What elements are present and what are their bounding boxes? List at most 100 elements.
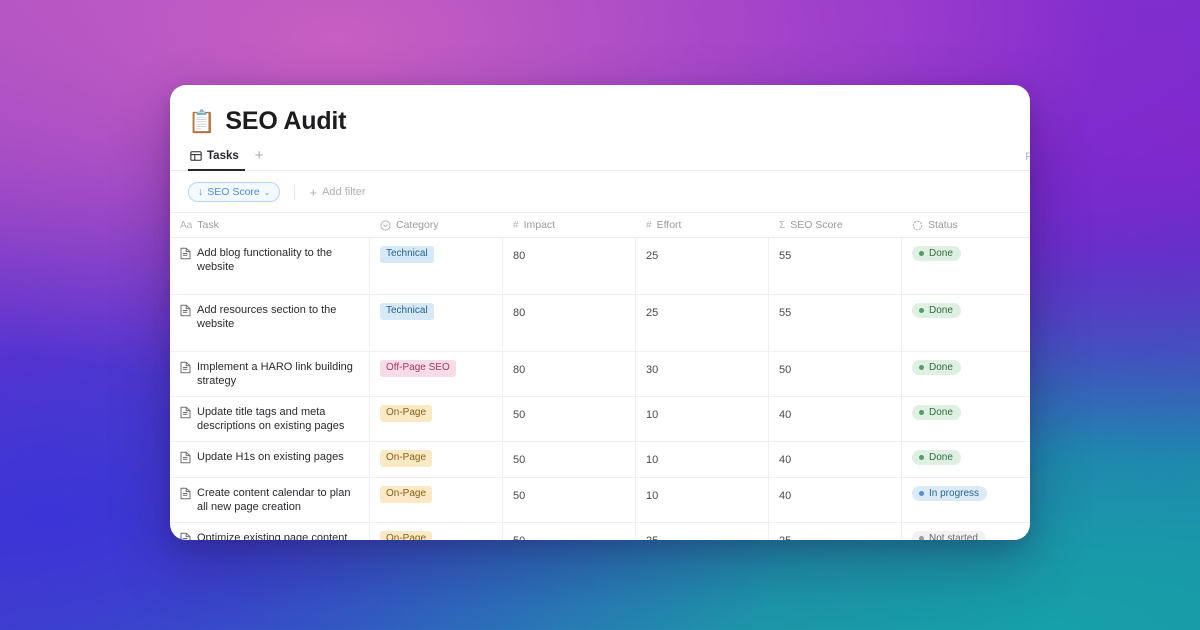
- seo-score-value: 40: [779, 454, 792, 467]
- table-row[interactable]: Add resources section to the website Tech…: [170, 295, 1030, 352]
- document-icon: [180, 247, 191, 265]
- page-title: SEO Audit: [225, 107, 347, 135]
- impact-value: 50: [513, 490, 526, 503]
- column-header-task[interactable]: Aa Task: [170, 213, 370, 237]
- seo-score-value: 40: [779, 409, 792, 422]
- seo-score-value: 25: [779, 535, 791, 540]
- filter-menu-label[interactable]: Filte: [1025, 151, 1030, 163]
- column-header-score[interactable]: Σ SEO Score: [769, 213, 902, 237]
- cell-effort[interactable]: 10: [636, 478, 769, 523]
- cell-task[interactable]: Update title tags and meta descriptions …: [170, 397, 370, 442]
- plus-icon: +: [309, 184, 318, 200]
- page-header: 📋 SEO Audit: [170, 85, 1030, 136]
- cell-category[interactable]: On-Page: [370, 523, 503, 540]
- document-icon: [180, 487, 191, 505]
- status-label: In progress: [929, 488, 980, 500]
- number-type-icon: #: [513, 219, 519, 231]
- cell-seo-score[interactable]: 55: [769, 295, 902, 351]
- cell-task[interactable]: Implement a HARO link building strategy: [170, 352, 370, 397]
- cell-impact[interactable]: 80: [503, 352, 636, 397]
- seo-score-value: 40: [779, 490, 792, 503]
- cell-status[interactable]: Done: [902, 352, 1030, 396]
- cell-seo-score[interactable]: 40: [769, 478, 902, 523]
- effort-value: 10: [646, 409, 659, 422]
- cell-task[interactable]: Create content calendar to plan all new …: [170, 478, 370, 523]
- tab-tasks[interactable]: Tasks: [188, 148, 245, 171]
- cell-effort[interactable]: 25: [636, 523, 769, 540]
- cell-category[interactable]: Technical: [370, 295, 503, 351]
- column-header-label: Effort: [656, 219, 682, 231]
- impact-value: 80: [513, 250, 526, 262]
- status-dot-icon: [919, 308, 924, 313]
- table-row[interactable]: Update title tags and meta descriptions …: [170, 397, 1030, 443]
- table-row[interactable]: Add blog functionality to the website Tec…: [170, 238, 1030, 295]
- document-icon: [180, 361, 191, 379]
- cell-impact[interactable]: 80: [503, 295, 636, 351]
- column-header-impact[interactable]: # Impact: [503, 213, 636, 237]
- cell-effort[interactable]: 10: [636, 442, 769, 478]
- cell-task[interactable]: Add blog functionality to the website: [170, 238, 370, 294]
- add-filter-label: Add filter: [322, 186, 366, 198]
- cell-status[interactable]: Done: [902, 295, 1030, 351]
- add-tab-button[interactable]: +: [251, 148, 268, 170]
- table-row[interactable]: Optimize existing page content for SEO On…: [170, 523, 1030, 540]
- task-title: Add blog functionality to the website: [197, 247, 333, 274]
- column-header-label: SEO Score: [790, 219, 843, 231]
- cell-category[interactable]: Off-Page SEO: [370, 352, 503, 397]
- cell-task[interactable]: Update H1s on existing pages: [170, 442, 370, 478]
- cell-effort[interactable]: 10: [636, 397, 769, 442]
- cell-status[interactable]: Not started: [902, 523, 1030, 540]
- cell-effort[interactable]: 30: [636, 352, 769, 397]
- cell-task[interactable]: Optimize existing page content for SEO: [170, 523, 370, 540]
- status-dot-icon: [919, 251, 924, 256]
- status-label: Not started: [929, 533, 978, 540]
- impact-value: 80: [513, 364, 526, 376]
- status-badge: Done: [912, 303, 961, 318]
- cell-status[interactable]: In progress: [902, 478, 1030, 522]
- cell-status[interactable]: Done: [902, 238, 1030, 294]
- cell-status[interactable]: Done: [902, 397, 1030, 441]
- cell-impact[interactable]: 80: [503, 238, 636, 294]
- cell-seo-score[interactable]: 25: [769, 523, 902, 540]
- table-icon: [190, 150, 202, 162]
- table-row[interactable]: Update H1s on existing pages On-Page 50 10 4…: [170, 442, 1030, 479]
- cell-seo-score[interactable]: 40: [769, 442, 902, 478]
- cell-impact[interactable]: 50: [503, 397, 636, 442]
- status-dot-icon: [919, 455, 924, 461]
- cell-category[interactable]: Technical: [370, 238, 503, 294]
- cell-impact[interactable]: 50: [503, 442, 636, 478]
- table-row[interactable]: Create content calendar to plan all new …: [170, 478, 1030, 524]
- cell-category[interactable]: On-Page: [370, 397, 503, 442]
- status-dot-icon: [919, 536, 924, 540]
- status-label: Done: [929, 305, 953, 316]
- cell-effort[interactable]: 25: [636, 295, 769, 351]
- status-badge: Not started: [912, 531, 986, 540]
- status-badge: In progress: [912, 486, 988, 502]
- seo-score-value: 55: [779, 250, 792, 262]
- category-tag: On-Page: [380, 450, 433, 467]
- column-header-effort[interactable]: # Effort: [636, 213, 769, 237]
- cell-effort[interactable]: 25: [636, 238, 769, 294]
- sort-pill-seo-score[interactable]: ↓ SEO Score ⌄: [188, 182, 281, 202]
- cell-impact[interactable]: 50: [503, 478, 636, 523]
- cell-category[interactable]: On-Page: [370, 478, 503, 523]
- table-row[interactable]: Implement a HARO link building strategy O…: [170, 352, 1030, 398]
- cell-seo-score[interactable]: 50: [769, 352, 902, 397]
- cell-category[interactable]: On-Page: [370, 442, 503, 478]
- sort-pill-label: SEO Score: [207, 186, 260, 198]
- seo-score-value: 55: [779, 307, 792, 319]
- status-label: Done: [929, 407, 953, 419]
- task-title: Create content calendar to plan all new …: [197, 487, 351, 514]
- column-header-status[interactable]: Status: [902, 213, 1030, 237]
- cell-status[interactable]: Done: [902, 442, 1030, 477]
- impact-value: 50: [513, 535, 525, 540]
- sort-down-icon: ↓: [198, 186, 204, 198]
- column-header-label: Status: [928, 219, 958, 231]
- cell-seo-score[interactable]: 55: [769, 238, 902, 294]
- add-filter-button[interactable]: + Add filter: [309, 186, 365, 199]
- cell-task[interactable]: Add resources section to the website: [170, 295, 370, 351]
- effort-value: 10: [646, 490, 659, 503]
- cell-seo-score[interactable]: 40: [769, 397, 902, 442]
- column-header-category[interactable]: Category: [370, 213, 503, 237]
- cell-impact[interactable]: 50: [503, 523, 636, 540]
